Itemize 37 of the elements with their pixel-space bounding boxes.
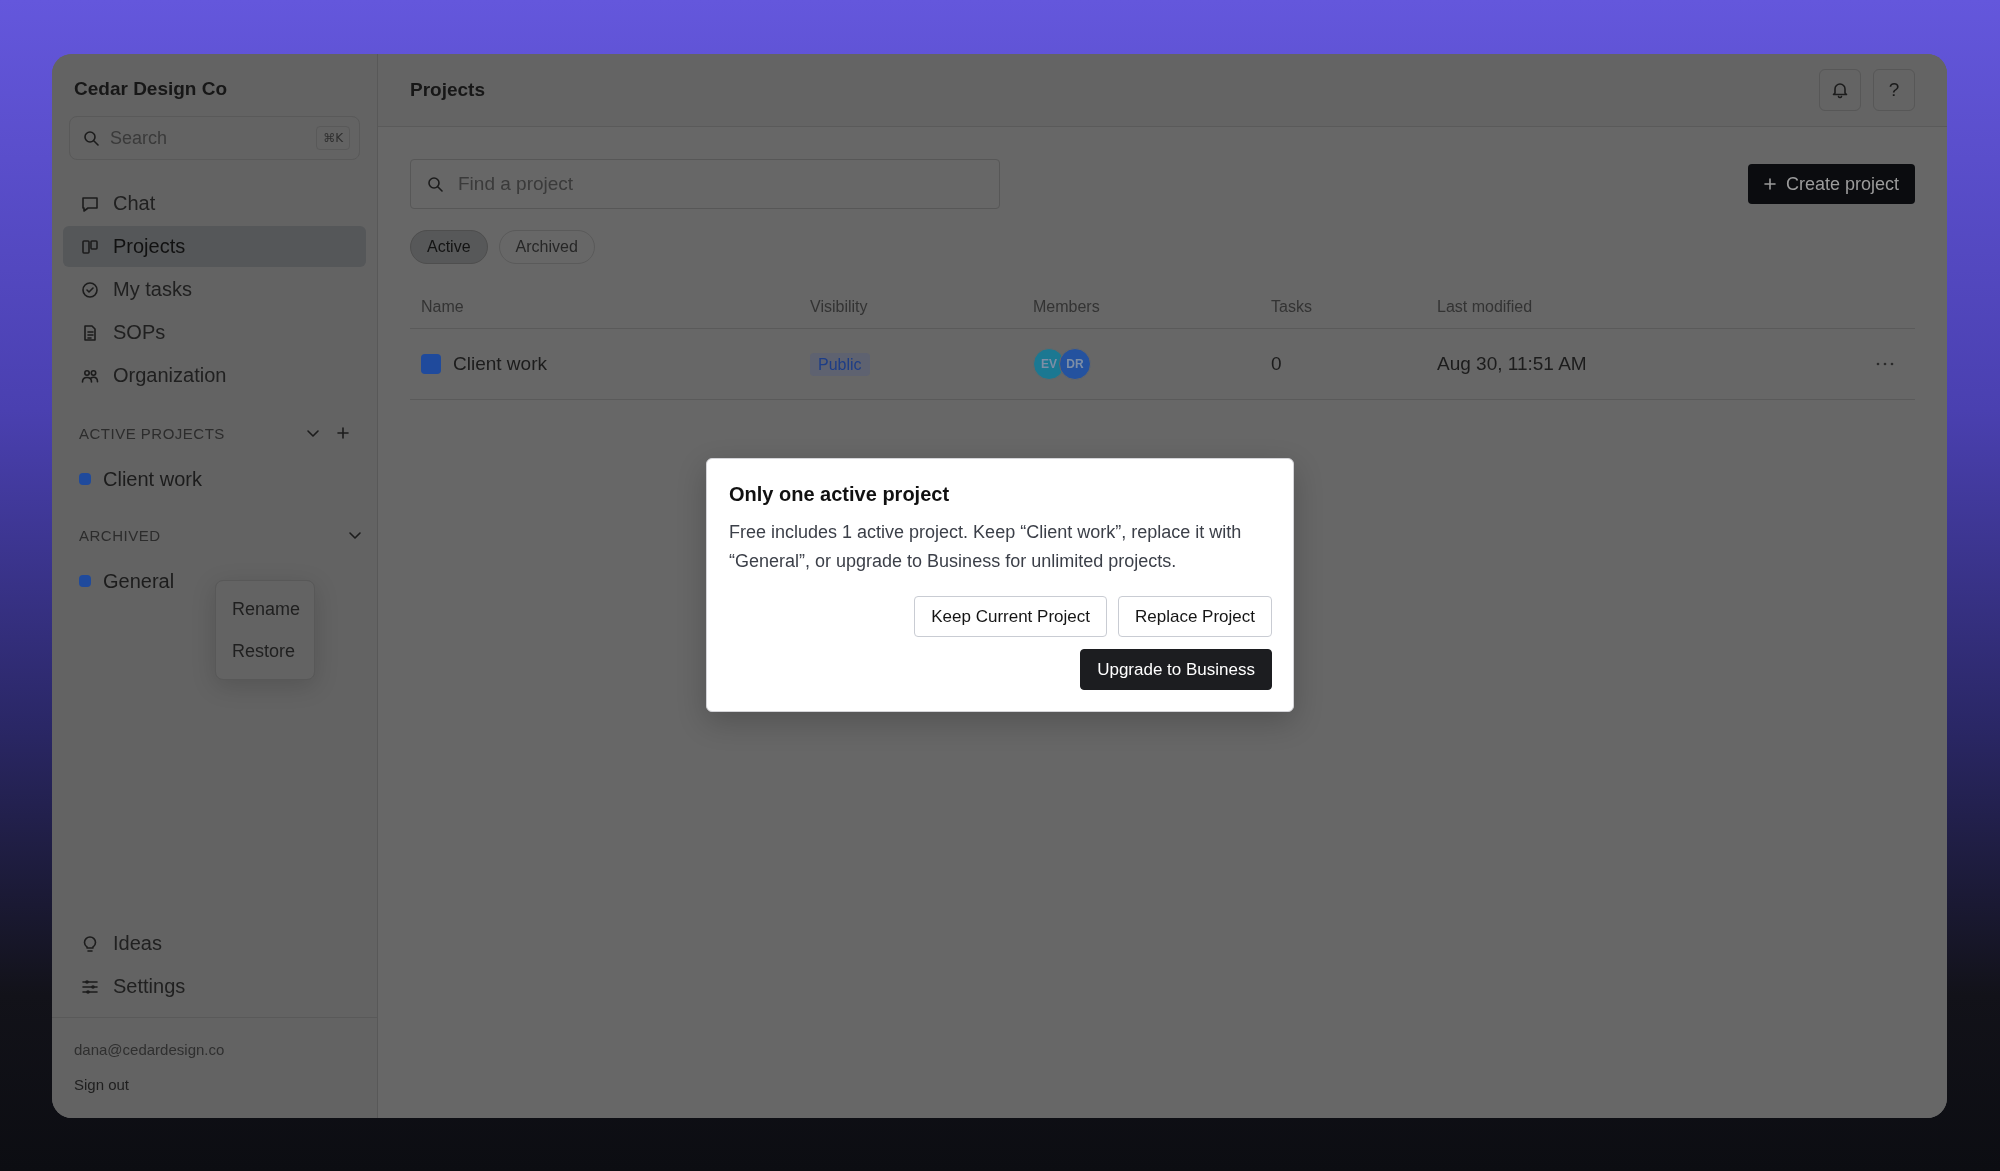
menu-item[interactable]: Restore bbox=[216, 630, 314, 672]
nav-item[interactable]: Organization bbox=[63, 355, 366, 396]
plus-icon bbox=[1761, 176, 1778, 192]
filter-tab[interactable]: Active bbox=[410, 230, 488, 264]
nav-item[interactable]: Projects bbox=[63, 226, 366, 267]
sign-out-link[interactable]: Sign out bbox=[74, 1074, 355, 1096]
page-title: Projects bbox=[410, 79, 486, 101]
nav-item[interactable]: My tasks bbox=[63, 269, 366, 310]
project-link[interactable]: Client work bbox=[103, 467, 202, 491]
dialog-button[interactable]: Replace Project bbox=[1118, 596, 1272, 637]
dialog-button[interactable]: Keep Current Project bbox=[914, 596, 1107, 637]
visibility-badge: Public bbox=[810, 353, 870, 376]
dialog-title: Only one active project bbox=[729, 482, 951, 507]
project-link[interactable]: General bbox=[103, 569, 175, 593]
nav-item[interactable]: Chat bbox=[63, 183, 366, 224]
nav-item[interactable]: Settings bbox=[63, 966, 366, 1007]
task-count: 0 bbox=[1271, 353, 1282, 374]
create-project-button[interactable]: Create project bbox=[1747, 164, 1915, 204]
project-name[interactable]: Client work bbox=[453, 353, 547, 375]
upgrade-button[interactable]: Upgrade to Business bbox=[1080, 649, 1272, 690]
check-circle-icon bbox=[80, 279, 100, 300]
bell-icon bbox=[1830, 80, 1850, 100]
dialog-message: Free includes 1 active project. Keep “Client work”, replace it with “General”, or upgrade to Business for unlimited projects. bbox=[729, 521, 1243, 573]
nav-item[interactable]: SOPs bbox=[63, 312, 366, 353]
menu-item[interactable]: Rename bbox=[216, 588, 314, 630]
member-avatar: DR bbox=[1059, 348, 1091, 380]
search-icon bbox=[82, 129, 100, 147]
help-button[interactable]: ? bbox=[1873, 69, 1915, 111]
add-icon[interactable] bbox=[335, 425, 351, 441]
nav-item[interactable]: Ideas bbox=[63, 923, 366, 964]
workspace-name: Cedar Design Co bbox=[74, 77, 229, 101]
last-modified-date: Aug 30, 11:51 AM bbox=[1437, 353, 1587, 374]
section-heading: ACTIVE PROJECTS bbox=[79, 424, 226, 442]
section-heading: ARCHIVED bbox=[79, 526, 162, 544]
more-icon[interactable] bbox=[1875, 360, 1895, 368]
search-icon bbox=[426, 175, 444, 193]
notifications-button[interactable] bbox=[1819, 69, 1861, 111]
